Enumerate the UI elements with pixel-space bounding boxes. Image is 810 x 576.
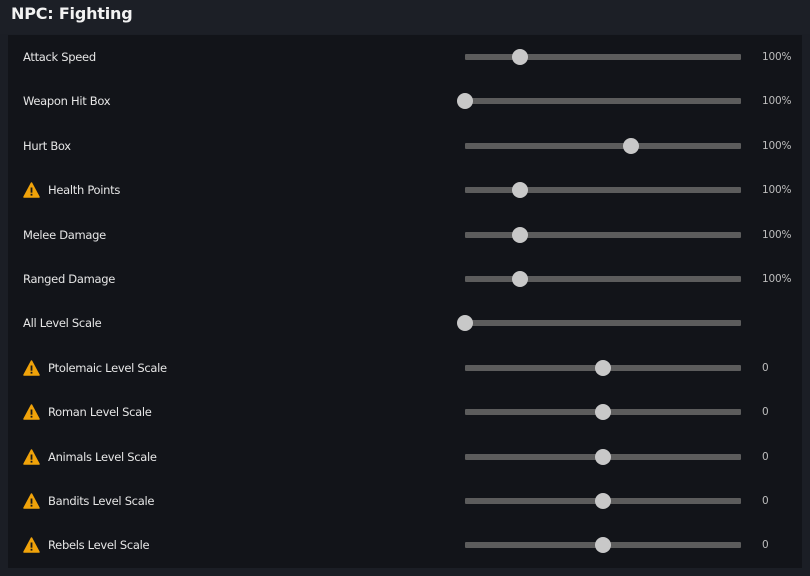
setting-value: 0 (762, 450, 769, 463)
setting-label-group: Weapon Hit Box (23, 79, 111, 123)
setting-value: 0 (762, 406, 769, 419)
setting-row-bandits-level-scale: Bandits Level Scale 0 (8, 479, 802, 523)
setting-label-group: Ranged Damage (23, 257, 115, 301)
setting-value: 100% (762, 51, 792, 63)
settings-panel: Attack Speed 100% Weapon Hit Box 100% Hurt B… (8, 35, 802, 568)
slider-weapon-hit-box[interactable] (457, 79, 749, 123)
slider-track[interactable] (465, 54, 741, 60)
warning-icon (23, 493, 40, 509)
slider-track[interactable] (465, 142, 741, 149)
setting-row-rebels-level-scale: Rebels Level Scale 0 (8, 523, 802, 567)
setting-value: 100% (762, 184, 792, 197)
setting-row-ranged-damage: Ranged Damage 100% (8, 257, 802, 301)
setting-value: 100% (762, 139, 792, 152)
slider-melee-damage[interactable] (457, 213, 749, 257)
setting-label: Ranged Damage (23, 272, 116, 286)
warning-icon (23, 448, 40, 465)
setting-label-group: Melee Damage (23, 213, 106, 257)
setting-label-group: Bandits Level Scale (23, 479, 154, 523)
warning-icon (23, 360, 40, 376)
setting-value: 0 (762, 495, 769, 507)
setting-value: 0 (762, 361, 769, 374)
setting-label-group: Ptolemaic Level Scale (23, 346, 167, 390)
setting-label: Ptolemaic Level Scale (48, 360, 167, 375)
setting-value: 100% (762, 228, 792, 241)
setting-row-animals-level-scale: Animals Level Scale 0 (8, 435, 802, 479)
setting-label-group: Roman Level Scale (23, 390, 152, 434)
slider-all-level-scale[interactable] (457, 301, 749, 345)
slider-thumb[interactable] (595, 493, 611, 509)
section-title: NPC: Fighting (11, 4, 133, 23)
warning-icon (23, 537, 40, 554)
slider-thumb[interactable] (622, 137, 639, 154)
slider-bandits-level-scale[interactable] (457, 479, 749, 523)
slider-health-points[interactable] (457, 168, 749, 212)
setting-label: Animals Level Scale (48, 449, 157, 464)
slider-hurt-box[interactable] (457, 124, 749, 168)
slider-roman-level-scale[interactable] (457, 390, 749, 434)
setting-label: Melee Damage (23, 227, 106, 242)
setting-row-roman-level-scale: Roman Level Scale 0 (8, 390, 802, 434)
setting-value: 0 (762, 539, 769, 552)
slider-track[interactable] (465, 187, 741, 194)
slider-ranged-damage[interactable] (457, 257, 749, 301)
slider-animals-level-scale[interactable] (457, 435, 749, 479)
setting-label: Health Points (48, 183, 121, 198)
warning-icon (23, 182, 40, 198)
setting-label: All Level Scale (23, 316, 102, 331)
slider-thumb[interactable] (512, 271, 529, 287)
setting-label-group: Rebels Level Scale (23, 523, 150, 567)
setting-label-group: Animals Level Scale (23, 435, 157, 479)
setting-row-hurt-box: Hurt Box 100% (8, 124, 802, 168)
slider-track[interactable] (465, 98, 741, 105)
warning-icon (23, 404, 40, 420)
setting-label: Attack Speed (23, 50, 96, 64)
setting-label: Hurt Box (23, 138, 71, 153)
slider-thumb[interactable] (595, 359, 611, 376)
section-header: NPC: Fighting (0, 0, 810, 34)
setting-row-ptolemaic-level-scale: Ptolemaic Level Scale 0 (8, 346, 802, 390)
setting-label-group: All Level Scale (23, 301, 102, 345)
setting-label-group: Hurt Box (23, 124, 71, 168)
setting-label-group: Health Points (23, 168, 120, 212)
setting-label: Rebels Level Scale (48, 538, 150, 553)
setting-label: Weapon Hit Box (23, 94, 111, 109)
slider-track[interactable] (465, 276, 741, 282)
slider-track[interactable] (465, 320, 741, 327)
setting-label-group: Attack Speed (23, 35, 96, 79)
setting-row-health-points: Health Points 100% (8, 168, 802, 212)
slider-thumb[interactable] (595, 537, 611, 554)
setting-row-attack-speed: Attack Speed 100% (8, 35, 802, 79)
slider-thumb[interactable] (457, 315, 473, 332)
setting-row-weapon-hit-box: Weapon Hit Box 100% (8, 79, 802, 123)
setting-value: 100% (762, 273, 792, 285)
setting-label: Bandits Level Scale (48, 494, 155, 508)
slider-ptolemaic-level-scale[interactable] (457, 346, 749, 390)
setting-row-all-level-scale: All Level Scale (8, 301, 802, 345)
slider-thumb[interactable] (512, 49, 529, 65)
slider-thumb[interactable] (512, 226, 529, 243)
slider-rebels-level-scale[interactable] (457, 523, 749, 567)
setting-value: 100% (762, 95, 792, 108)
slider-thumb[interactable] (595, 404, 611, 421)
slider-thumb[interactable] (457, 93, 473, 110)
setting-label: Roman Level Scale (48, 405, 152, 420)
slider-track[interactable] (465, 231, 741, 238)
setting-row-melee-damage: Melee Damage 100% (8, 213, 802, 257)
slider-attack-speed[interactable] (457, 35, 749, 79)
slider-thumb[interactable] (595, 448, 611, 465)
slider-thumb[interactable] (512, 182, 529, 199)
